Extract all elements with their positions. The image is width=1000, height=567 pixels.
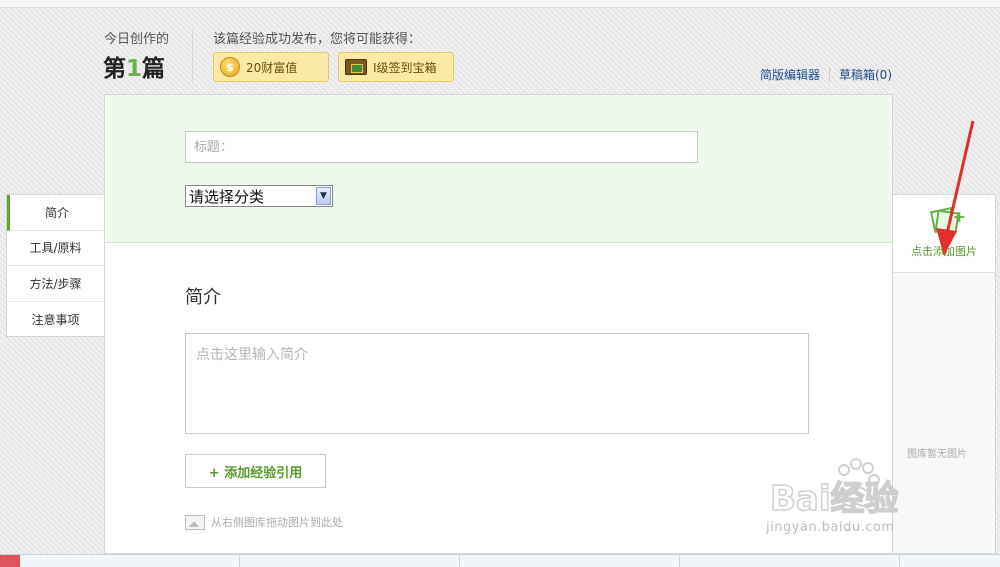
title-input[interactable] — [185, 131, 698, 163]
category-selected-value: 请选择分类 — [189, 187, 265, 206]
coin-icon: $ — [220, 57, 240, 77]
bottom-bar-cell — [460, 555, 680, 567]
image-icon — [185, 514, 205, 530]
publish-note: 该篇经验成功发布，您将可能获得： — [213, 32, 422, 47]
bottom-taskbar — [0, 554, 1000, 567]
bottom-bar-cell — [680, 555, 900, 567]
bottom-red-tab[interactable] — [0, 555, 20, 567]
nav-item-notes[interactable]: 注意事项 — [7, 302, 104, 338]
drag-tip-text: 从右侧图库拖动图片到此处 — [211, 516, 343, 529]
bottom-bar-cell — [240, 555, 460, 567]
drag-tip: 从右侧图库拖动图片到此处 — [185, 514, 343, 530]
today-count: 第1篇 — [103, 49, 165, 83]
header-divider — [192, 28, 193, 82]
add-reference-button[interactable]: + 添加经验引用 — [185, 454, 326, 488]
nav-item-tools[interactable]: 工具/原料 — [7, 231, 104, 266]
section-title: 简介 — [185, 287, 221, 308]
section-nav: 简介 工具/原料 方法/步骤 注意事项 — [6, 194, 104, 337]
reward-wealth-label: 20财富值 — [246, 60, 298, 75]
reward-chest-badge: I级签到宝箱 — [338, 52, 454, 82]
nav-item-steps[interactable]: 方法/步骤 — [7, 266, 104, 302]
count-suffix: 篇 — [142, 56, 166, 82]
drafts-link[interactable]: 草稿箱(0) — [839, 66, 892, 83]
count-value: 1 — [126, 56, 143, 82]
chevron-down-icon[interactable]: ▼ — [316, 187, 331, 205]
reward-wealth-badge: $ 20财富值 — [213, 52, 329, 82]
category-select[interactable]: 请选择分类 ▼ — [185, 185, 333, 207]
top-strip — [0, 0, 1000, 8]
editor-header-area: 请选择分类 ▼ — [105, 95, 892, 243]
bottom-bar-cell — [20, 555, 240, 567]
count-prefix: 第 — [103, 56, 126, 82]
watermark-logo-text: Bai经验 — [770, 479, 899, 519]
top-links: 简版编辑器 草稿箱(0) — [760, 66, 892, 83]
today-label: 今日创作的 — [104, 32, 170, 47]
reward-chest-label: I级签到宝箱 — [373, 60, 437, 75]
annotation-arrow-icon — [936, 120, 975, 256]
intro-textarea[interactable]: 点击这里输入简介 — [185, 333, 809, 434]
link-separator — [829, 67, 830, 82]
watermark-url: jingyan.baidu.com — [766, 520, 895, 535]
nav-item-intro[interactable]: 简介 — [7, 195, 104, 231]
treasure-chest-icon — [345, 59, 367, 75]
simple-editor-link[interactable]: 简版编辑器 — [760, 66, 820, 83]
